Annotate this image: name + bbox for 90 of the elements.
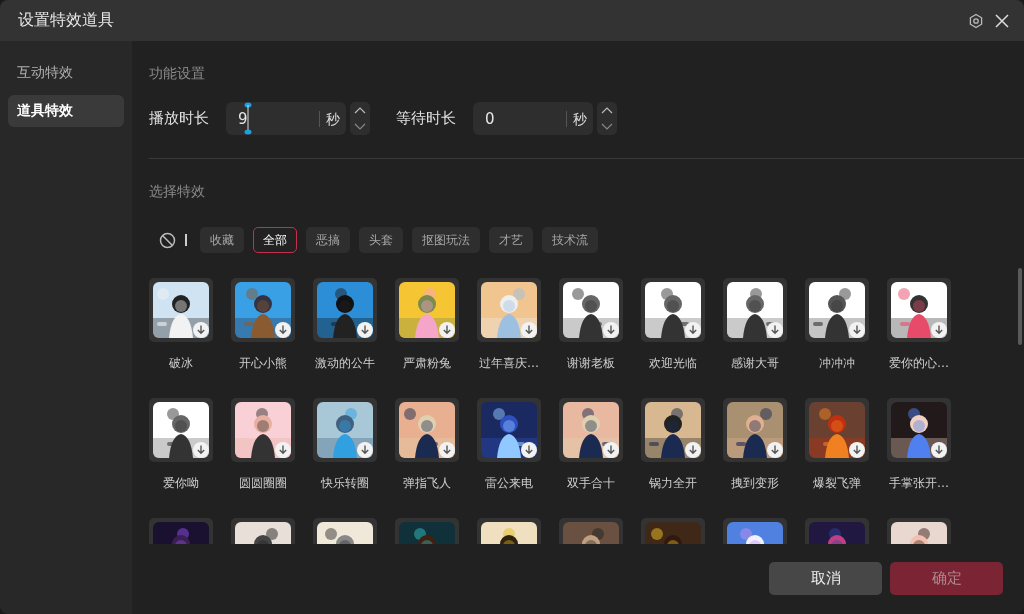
download-icon[interactable] xyxy=(521,442,537,458)
effect-tile[interactable] xyxy=(887,278,951,342)
effect-tile[interactable] xyxy=(313,398,377,462)
effect-tile[interactable] xyxy=(231,278,295,342)
download-icon[interactable] xyxy=(767,442,783,458)
scrollbar[interactable] xyxy=(1018,268,1022,345)
window-title: 设置特效道具 xyxy=(18,10,115,31)
effect-label: 雷公来电 xyxy=(485,475,533,492)
effect-label: 欢迎光临 xyxy=(649,355,697,372)
download-icon[interactable] xyxy=(849,442,865,458)
download-icon[interactable] xyxy=(685,322,701,338)
stepper[interactable] xyxy=(350,102,370,135)
caret-down-icon[interactable] xyxy=(354,123,366,131)
effect-label: 圆圆圈圈 xyxy=(239,475,287,492)
section-heading: 选择特效 xyxy=(149,183,206,201)
sidebar-item[interactable]: 道具特效 xyxy=(8,95,124,127)
caret-up-icon[interactable] xyxy=(601,106,613,114)
no-effect-icon[interactable] xyxy=(159,231,176,249)
effect-tile[interactable] xyxy=(149,278,213,342)
effect-tile[interactable] xyxy=(723,278,787,342)
download-icon[interactable] xyxy=(685,442,701,458)
download-icon[interactable] xyxy=(439,322,455,338)
number-field[interactable]: 0 秒 xyxy=(473,102,593,135)
filter-tab[interactable]: 抠图玩法 xyxy=(412,227,480,253)
download-icon[interactable] xyxy=(767,322,783,338)
effect-tile[interactable] xyxy=(805,278,869,342)
effect-label: 手掌张开… xyxy=(889,475,949,492)
download-icon[interactable] xyxy=(603,442,619,458)
effect-label: 激动的公牛 xyxy=(315,355,375,372)
effect-tile[interactable] xyxy=(313,278,377,342)
filter-tab[interactable]: 恶搞 xyxy=(306,227,350,253)
separator-icon xyxy=(185,234,187,246)
download-icon[interactable] xyxy=(357,322,373,338)
download-icon[interactable] xyxy=(931,442,947,458)
download-icon[interactable] xyxy=(275,442,291,458)
unit-label: 秒 xyxy=(566,110,593,127)
download-icon[interactable] xyxy=(849,322,865,338)
download-icon[interactable] xyxy=(193,322,209,338)
settings-icon[interactable] xyxy=(968,12,984,29)
effect-tile[interactable] xyxy=(149,398,213,462)
download-icon[interactable] xyxy=(275,322,291,338)
effect-tile[interactable] xyxy=(641,278,705,342)
effect-tile[interactable] xyxy=(477,398,541,462)
close-icon[interactable] xyxy=(994,12,1010,29)
effect-tile[interactable] xyxy=(559,278,623,342)
effect-tile[interactable] xyxy=(559,398,623,462)
download-icon[interactable] xyxy=(357,442,373,458)
filter-tab[interactable]: 才艺 xyxy=(489,227,533,253)
effect-label: 开心小熊 xyxy=(239,355,287,372)
effect-label: 双手合十 xyxy=(567,475,615,492)
effect-label: 弹指飞人 xyxy=(403,475,451,492)
filter-tab[interactable]: 收藏 xyxy=(200,227,244,253)
field-label: 等待时长 xyxy=(396,109,456,128)
sidebar-item[interactable]: 互动特效 xyxy=(8,57,124,89)
caret-up-icon[interactable] xyxy=(354,106,366,114)
download-icon[interactable] xyxy=(931,322,947,338)
unit-label: 秒 xyxy=(319,110,346,127)
filter-tab[interactable]: 全部 xyxy=(253,227,297,253)
caret-down-icon[interactable] xyxy=(601,123,613,131)
download-icon[interactable] xyxy=(603,322,619,338)
download-icon[interactable] xyxy=(439,442,455,458)
effect-tile[interactable] xyxy=(477,278,541,342)
filter-tab[interactable]: 技术流 xyxy=(542,227,598,253)
effect-tile[interactable] xyxy=(805,398,869,462)
effect-label: 冲冲冲 xyxy=(819,355,855,372)
effect-label: 过年喜庆… xyxy=(479,355,539,372)
stepper[interactable] xyxy=(597,102,617,135)
effect-tile[interactable] xyxy=(887,398,951,462)
effect-tile[interactable] xyxy=(641,398,705,462)
effect-label: 拽到变形 xyxy=(731,475,779,492)
effect-tile[interactable] xyxy=(723,398,787,462)
effect-label: 爆裂飞弹 xyxy=(813,475,861,492)
section-heading: 功能设置 xyxy=(149,65,206,83)
effect-tile[interactable] xyxy=(231,398,295,462)
filter-tab[interactable]: 头套 xyxy=(359,227,403,253)
effect-label: 锅力全开 xyxy=(649,475,697,492)
effect-label: 感谢大哥 xyxy=(731,355,779,372)
number-field[interactable]: 9 秒 xyxy=(226,102,346,135)
effect-label: 严肃粉兔 xyxy=(403,355,451,372)
effect-label: 快乐转圈 xyxy=(321,475,369,492)
download-icon[interactable] xyxy=(521,322,537,338)
effect-label: 爱你的心… xyxy=(889,355,949,372)
cancel-button[interactable]: 取消 xyxy=(769,562,882,595)
field-label: 播放时长 xyxy=(149,109,209,128)
effect-label: 破冰 xyxy=(169,355,193,372)
effect-label: 谢谢老板 xyxy=(567,355,615,372)
download-icon[interactable] xyxy=(193,442,209,458)
effect-tile[interactable] xyxy=(395,278,459,342)
effect-tile[interactable] xyxy=(395,398,459,462)
effect-label: 爱你呦 xyxy=(163,475,199,492)
